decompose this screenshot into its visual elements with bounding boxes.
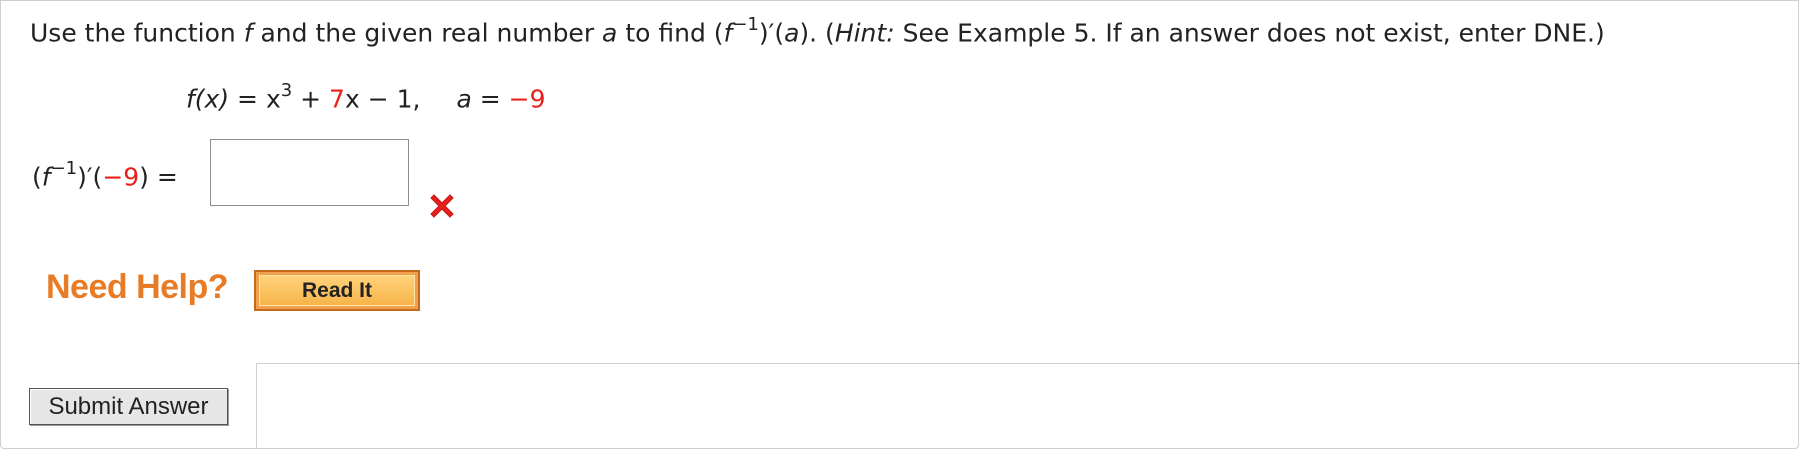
submit-answer-button[interactable]: Submit Answer [29, 388, 228, 425]
answer-input[interactable] [210, 139, 409, 206]
question-text: Use the function f and the given real nu… [30, 14, 1605, 48]
given-formula: f(x) = x3 + 7x − 1, a = −9 [186, 80, 546, 114]
answer-label: (f−1)′(−9) = [32, 158, 178, 192]
read-it-button[interactable]: Read It [254, 270, 420, 311]
x-mark-icon [430, 194, 454, 218]
need-help-label: Need Help? [46, 268, 229, 306]
read-it-label: Read It [259, 275, 415, 306]
footer-divider-vertical [256, 363, 257, 449]
footer-divider [256, 363, 1800, 364]
question-panel [0, 0, 1799, 449]
